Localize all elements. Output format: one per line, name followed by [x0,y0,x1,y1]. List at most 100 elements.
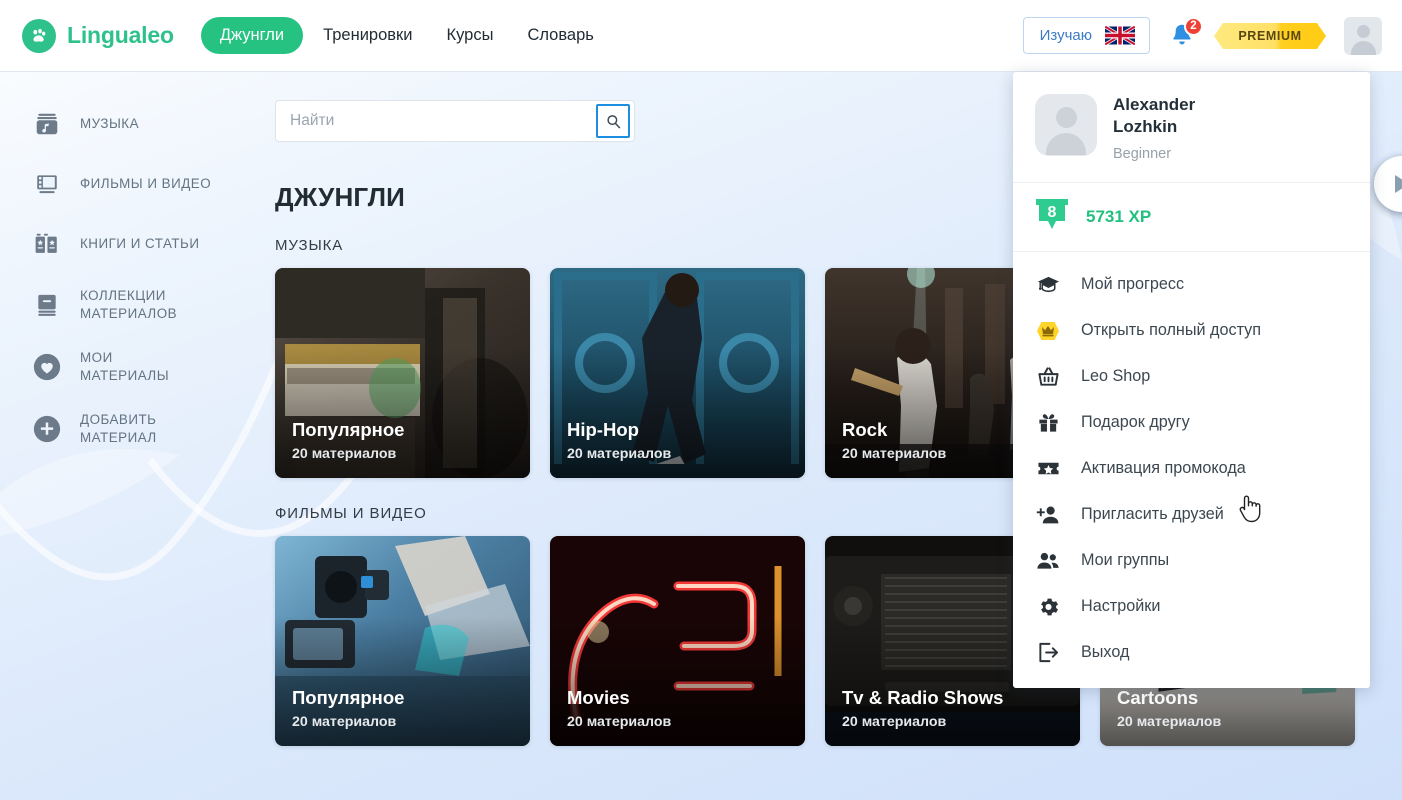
sidebar: МУЗЫКА ФИЛЬМЫ И ВИДЕО КНИГИ И СТАТЬИ КОЛ… [0,72,275,800]
language-label: Изучаю [1039,27,1092,44]
avatar-body [1350,40,1376,55]
card-subtitle: 20 материалов [292,714,397,730]
brand-name: Lingualeo [67,22,174,48]
card-meta: Популярное 20 материалов [292,687,518,730]
sidebar-item-music[interactable]: МУЗЫКА [0,94,275,154]
add-person-icon [1035,502,1061,528]
sidebar-item-label: ДОБАВИТЬ МАТЕРИАЛ [80,412,157,446]
menu-item-label: Мой прогресс [1081,275,1185,294]
user-name: Alexander Lozhkin [1113,95,1196,137]
level-shield-badge: 8 [1035,197,1069,237]
header-actions: Изучаю 2 PREMIUM [1022,16,1382,55]
logout-icon [1035,640,1061,666]
dropdown-user-header[interactable]: Alexander Lozhkin Beginner [1013,72,1370,183]
menu-item-my-groups[interactable]: Мои группы [1013,538,1370,584]
card-movies[interactable]: Movies 20 материалов [550,536,805,746]
menu-item-invite-friends[interactable]: Пригласить друзей [1013,492,1370,538]
card-title: Movies [567,687,630,708]
user-level: Beginner [1113,145,1172,162]
paw-icon [22,18,56,53]
card-subtitle: 20 материалов [842,714,947,730]
sidebar-item-label: КОЛЛЕКЦИИ МАТЕРИАЛОВ [80,288,178,322]
menu-item-my-progress[interactable]: Мой прогресс [1013,262,1370,308]
xp-amount: 5731 XP [1086,206,1152,226]
sidebar-item-label: ФИЛЬМЫ И ВИДЕО [80,175,212,191]
heart-icon [32,352,62,382]
menu-item-label: Подарок другу [1081,413,1190,432]
card-subtitle: 20 материалов [292,446,397,462]
plus-circle-icon [32,414,62,444]
nav-item-dictionary[interactable]: Словарь [513,17,607,54]
menu-item-label: Настройки [1081,597,1161,616]
premium-badge[interactable]: PREMIUM [1214,22,1326,49]
menu-item-label: Активация промокода [1081,459,1246,478]
menu-item-label: Leo Shop [1081,367,1151,386]
triangle-right-icon [1395,175,1402,193]
card-subtitle: 20 материалов [567,446,672,462]
search-box [275,100,635,142]
crown-icon [1035,318,1061,344]
basket-icon [1035,364,1061,390]
card-title: Популярное [292,687,405,708]
menu-item-promocode[interactable]: Активация промокода [1013,446,1370,492]
sidebar-item-my-materials[interactable]: МОИ МАТЕРИАЛЫ [0,336,275,398]
avatar[interactable] [1344,16,1382,55]
collection-book-icon [32,290,62,320]
uk-flag-icon [1105,26,1135,45]
menu-item-label: Выход [1081,643,1130,662]
menu-item-gift-friend[interactable]: Подарок другу [1013,400,1370,446]
card-popular-films[interactable]: Популярное 20 материалов [275,536,530,746]
card-meta: Популярное 20 материалов [292,419,518,462]
sidebar-item-add-material[interactable]: ДОБАВИТЬ МАТЕРИАЛ [0,398,275,460]
user-menu-dropdown: Alexander Lozhkin Beginner 8 5731 XP Мой… [1013,72,1370,688]
sidebar-item-label: МУЗЫКА [80,115,140,131]
nav-item-courses[interactable]: Курсы [432,17,507,54]
sidebar-item-label: МОИ МАТЕРИАЛЫ [80,350,170,384]
menu-item-logout[interactable]: Выход [1013,630,1370,676]
language-selector[interactable]: Изучаю [1022,17,1150,54]
gift-icon [1035,410,1061,436]
xp-row[interactable]: 8 5731 XP [1013,183,1370,252]
avatar-head [1356,24,1370,38]
people-icon [1035,548,1061,574]
sidebar-item-label: КНИГИ И СТАТЬИ [80,235,200,251]
card-title: Hip-Hop [567,419,639,440]
search-input[interactable] [276,112,596,130]
nav-item-jungle[interactable]: Джунгли [200,17,304,54]
books-icon [32,229,62,259]
search-icon [606,114,620,128]
nav-item-trainings[interactable]: Тренировки [309,17,426,54]
card-hiphop[interactable]: Hip-Hop 20 материалов [550,268,805,478]
premium-label: PREMIUM [1238,28,1302,43]
card-meta: Cartoons 20 материалов [1117,687,1343,730]
menu-item-label: Мои группы [1081,551,1170,570]
graduation-cap-icon [1035,272,1061,298]
avatar [1035,94,1097,156]
top-header: Lingualeo Джунгли Тренировки Курсы Слова… [0,0,1402,72]
sidebar-item-books-articles[interactable]: КНИГИ И СТАТЬИ [0,214,275,274]
main-nav: Джунгли Тренировки Курсы Словарь [200,17,608,54]
logo[interactable]: Lingualeo [22,18,174,53]
ticket-star-icon [1035,456,1061,482]
notifications-button[interactable]: 2 [1168,16,1203,51]
menu-item-leo-shop[interactable]: Leo Shop [1013,354,1370,400]
music-box-icon [32,109,62,139]
sidebar-item-films-video[interactable]: ФИЛЬМЫ И ВИДЕО [0,154,275,214]
avatar-head [1055,107,1077,128]
search-button[interactable] [596,104,630,138]
menu-item-label: Открыть полный доступ [1081,321,1262,340]
card-title: Tv & Radio Shows [842,687,1004,708]
card-popular-music[interactable]: Популярное 20 материалов [275,268,530,478]
dropdown-menu-list: Мой прогресс Открыть полный доступ Leo S… [1013,252,1370,688]
menu-item-settings[interactable]: Настройки [1013,584,1370,630]
avatar-body [1046,133,1086,155]
level-number: 8 [1047,204,1057,222]
menu-item-full-access[interactable]: Открыть полный доступ [1013,308,1370,354]
card-title: Cartoons [1117,687,1199,708]
card-title: Популярное [292,419,405,440]
notification-count-badge: 2 [1184,16,1203,36]
card-subtitle: 20 материалов [567,714,672,730]
card-meta: Tv & Radio Shows 20 материалов [842,687,1068,730]
dropdown-user-info: Alexander Lozhkin Beginner [1113,94,1253,162]
sidebar-item-collections[interactable]: КОЛЛЕКЦИИ МАТЕРИАЛОВ [0,274,275,336]
